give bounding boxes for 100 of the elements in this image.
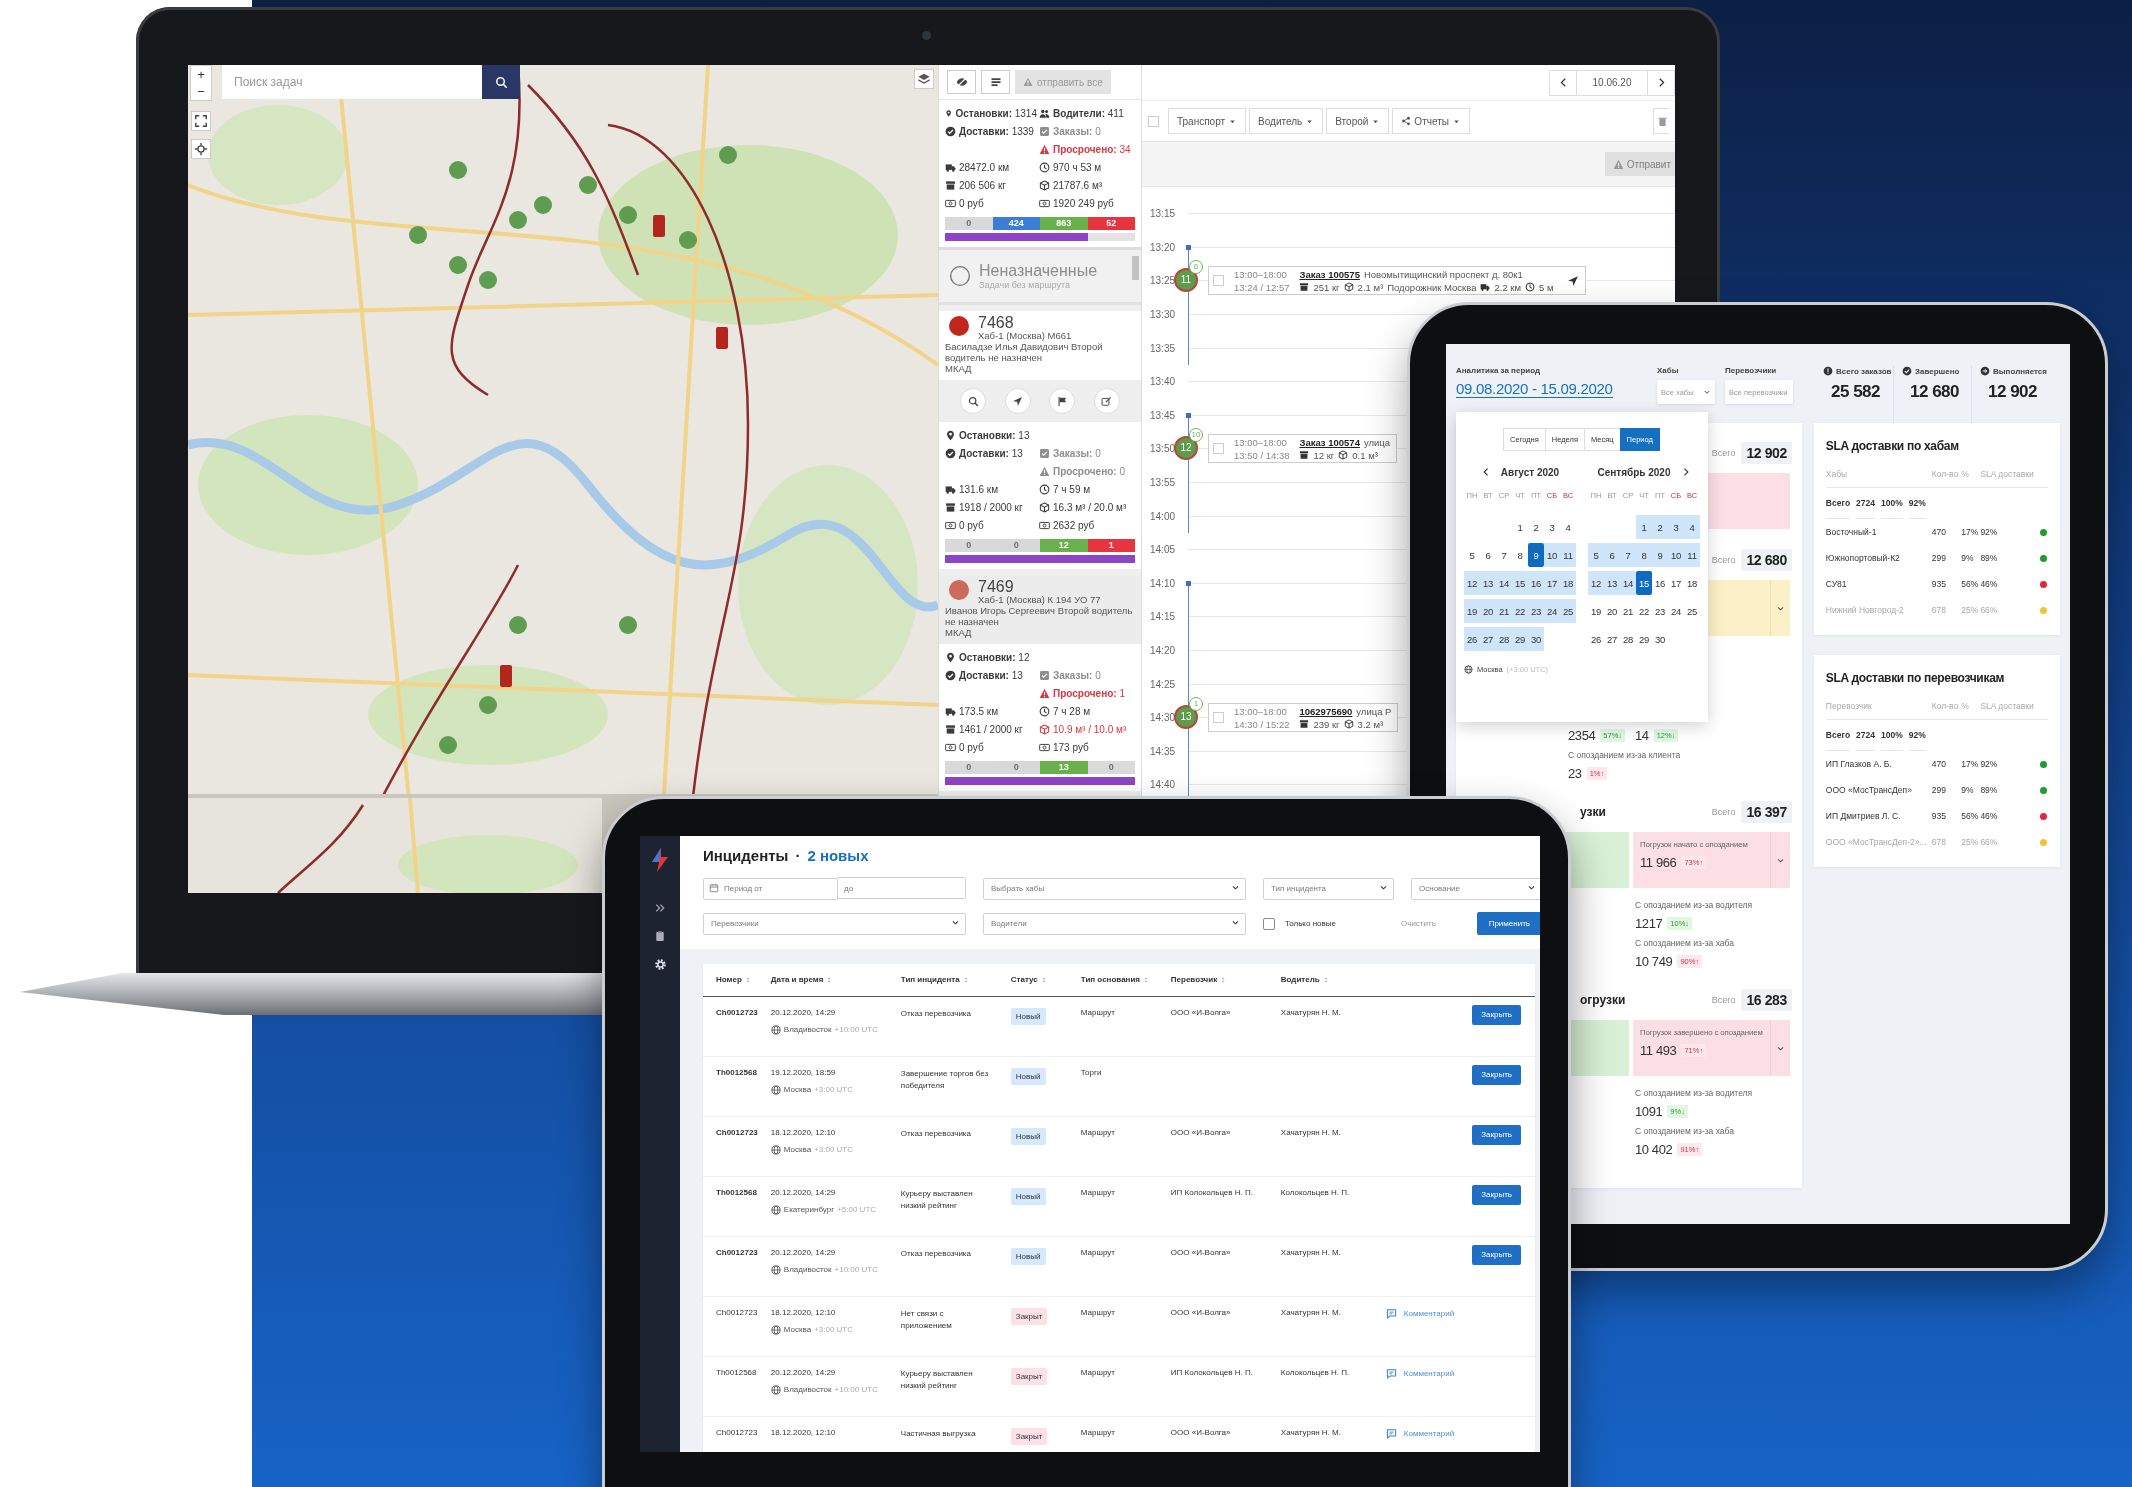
calendar-day[interactable]: 19 — [1588, 599, 1604, 623]
flag-button[interactable] — [1049, 388, 1076, 414]
calendar-day[interactable]: 4 — [1684, 515, 1700, 539]
close-button[interactable]: Закрыть — [1472, 1064, 1521, 1085]
comment-link[interactable]: Комментарий — [1385, 1307, 1521, 1319]
calendar-day[interactable]: 17 — [1668, 571, 1684, 595]
calendar-day[interactable]: 26 — [1588, 627, 1604, 651]
calendar-day[interactable]: 9 — [1652, 543, 1668, 567]
select-all-checkbox[interactable] — [1148, 115, 1159, 127]
column-header[interactable]: Тип основания — [1080, 975, 1150, 985]
calendar-day[interactable]: 22 — [1636, 599, 1652, 623]
order-checkbox[interactable] — [1213, 712, 1224, 724]
settings-icon[interactable] — [653, 958, 667, 971]
calendar-day[interactable]: 13 — [1604, 571, 1620, 595]
column-header[interactable]: Номер — [716, 975, 752, 985]
calendar-day[interactable]: 3 — [1544, 515, 1560, 539]
calendar-day[interactable]: 4 — [1560, 515, 1576, 539]
calendar-day[interactable]: 16 — [1528, 571, 1544, 595]
calendar-day[interactable]: 15 — [1636, 571, 1652, 595]
close-button[interactable]: Закрыть — [1472, 1244, 1521, 1265]
calendar-day[interactable]: 15 — [1512, 571, 1528, 595]
locate-icon[interactable] — [191, 139, 211, 159]
calendar-day[interactable]: 30 — [1528, 627, 1544, 651]
calendar-day[interactable]: 7 — [1496, 543, 1512, 567]
order-link[interactable]: 1062975690 — [1299, 704, 1353, 718]
calendar-day[interactable]: 25 — [1684, 599, 1700, 623]
column-header[interactable]: Водитель — [1280, 975, 1330, 985]
navigate-button[interactable] — [1004, 388, 1031, 414]
apply-button[interactable]: Применить — [1476, 912, 1540, 935]
search-button[interactable] — [482, 65, 520, 99]
calendar-day[interactable]: 27 — [1604, 627, 1620, 651]
filter-dropdown[interactable]: Транспорт — [1168, 108, 1247, 134]
calendar-day[interactable]: 16 — [1652, 571, 1668, 595]
order-checkbox[interactable] — [1213, 275, 1224, 287]
period-from-field[interactable]: Период от — [703, 877, 838, 900]
close-button[interactable]: Закрыть — [1472, 1184, 1521, 1205]
calendar-day[interactable]: 12 — [1464, 571, 1480, 595]
calendar-day[interactable]: 9 — [1528, 543, 1544, 567]
search-field[interactable]: Поиск задач — [222, 65, 482, 99]
calendar-day[interactable]: 19 — [1464, 599, 1480, 623]
calendar-day[interactable]: 28 — [1496, 627, 1512, 651]
select-field[interactable]: Выбрать хабы — [983, 877, 1246, 900]
select-field[interactable]: Перевозчики — [703, 912, 966, 935]
calendar-day[interactable]: 23 — [1528, 599, 1544, 623]
calendar-day[interactable]: 5 — [1464, 543, 1480, 567]
filter-dropdown[interactable]: Второй — [1326, 108, 1390, 134]
calendar-day[interactable]: 26 — [1464, 627, 1480, 651]
period-link[interactable]: 09.08.2020 - 15.09.2020 — [1456, 380, 1613, 398]
route-button[interactable] — [1567, 275, 1580, 287]
calendar-day[interactable]: 10 — [1544, 543, 1560, 567]
new-count-link[interactable]: 2 новых — [807, 846, 869, 864]
calendar-day[interactable]: 20 — [1480, 599, 1496, 623]
calendar-day[interactable]: 14 — [1496, 571, 1512, 595]
calendar-day[interactable]: 25 — [1560, 599, 1576, 623]
filter-dropdown[interactable]: Водитель — [1249, 108, 1324, 134]
calendar-day[interactable]: 13 — [1480, 571, 1496, 595]
calendar-day[interactable]: 18 — [1560, 571, 1576, 595]
calendar-day[interactable]: 21 — [1496, 599, 1512, 623]
period-to-field[interactable]: до — [838, 877, 966, 899]
calendar-day[interactable]: 1 — [1512, 515, 1528, 539]
calendar-day[interactable]: 3 — [1668, 515, 1684, 539]
calendar-day[interactable]: 18 — [1684, 571, 1700, 595]
calendar-day[interactable]: 23 — [1652, 599, 1668, 623]
column-header[interactable]: Статус — [1010, 975, 1048, 985]
route-header[interactable]: 7468 Хаб-1 (Москва) М661 Басиладзе Илья Давидович Второй водитель не назначен МКАД — [939, 311, 1141, 380]
calendar-day[interactable]: 5 — [1588, 543, 1604, 567]
calendar-day[interactable]: 29 — [1512, 627, 1528, 651]
order-link[interactable]: Заказ 100575 — [1299, 268, 1360, 281]
order-link[interactable]: Заказ 100574 — [1299, 435, 1360, 449]
calendar-day[interactable]: 22 — [1512, 599, 1528, 623]
calendar-day[interactable]: 11 — [1560, 543, 1576, 567]
calendar-day[interactable]: 2 — [1528, 515, 1544, 539]
calendar-day[interactable]: 2 — [1652, 515, 1668, 539]
calendar-day[interactable]: 7 — [1620, 543, 1636, 567]
select-field[interactable]: Тип инцидента — [1263, 877, 1394, 900]
calendar-day[interactable]: 14 — [1620, 571, 1636, 595]
clipboard-icon[interactable] — [654, 930, 666, 942]
calendar-day[interactable]: 28 — [1620, 627, 1636, 651]
calendar-day[interactable]: 10 — [1668, 543, 1684, 567]
list-button[interactable] — [981, 70, 1010, 94]
calendar-day[interactable]: 24 — [1668, 599, 1684, 623]
calendar-day[interactable]: 8 — [1636, 543, 1652, 567]
calendar-day[interactable]: 8 — [1512, 543, 1528, 567]
column-header[interactable]: Дата и время — [770, 975, 834, 985]
column-header[interactable]: Тип инцидента — [900, 975, 970, 985]
layers-icon[interactable] — [914, 69, 934, 89]
double-chevron-icon[interactable] — [654, 902, 666, 914]
comment-link[interactable]: Комментарий — [1385, 1427, 1521, 1439]
close-button[interactable]: Закрыть — [1472, 1004, 1521, 1025]
calendar-day[interactable]: 29 — [1636, 627, 1652, 651]
filter-dropdown[interactable]: Отчеты — [1392, 108, 1470, 134]
calendar-day[interactable]: 17 — [1544, 571, 1560, 595]
calendar-day[interactable]: 6 — [1604, 543, 1620, 567]
comment-link[interactable]: Комментарий — [1385, 1367, 1521, 1379]
calendar-day[interactable]: 27 — [1480, 627, 1496, 651]
calendar-day[interactable]: 20 — [1604, 599, 1620, 623]
only-new-checkbox[interactable] — [1263, 917, 1275, 930]
select-field[interactable]: Основание — [1411, 877, 1540, 900]
calendar-day[interactable]: 21 — [1620, 599, 1636, 623]
delete-button[interactable] — [1653, 108, 1669, 134]
